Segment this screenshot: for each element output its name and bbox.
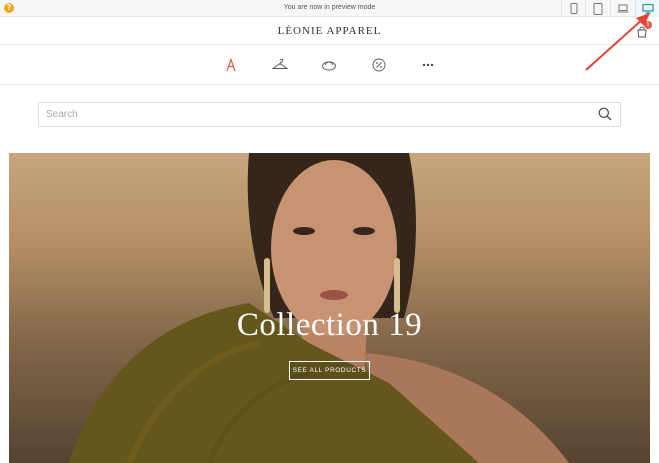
nav-item-clothing[interactable] [271, 56, 289, 74]
see-all-products-button[interactable]: SEE ALL PRODUCTS [289, 361, 370, 380]
cart-count-badge: 1 [644, 21, 652, 29]
search-box [38, 102, 621, 127]
brand-logo[interactable]: LÉONIE APPAREL [0, 25, 659, 37]
site-header: LÉONIE APPAREL 1 [0, 17, 659, 45]
hero-banner: Collection 19 SEE ALL PRODUCTS [9, 153, 650, 463]
cart-button[interactable]: 1 [636, 21, 652, 39]
desktop-preview-button[interactable] [635, 0, 659, 17]
mobile-preview-button[interactable] [561, 0, 585, 17]
brand-a-icon [226, 58, 236, 72]
hat-icon [322, 61, 336, 71]
mobile-icon [570, 3, 577, 14]
laptop-icon [617, 4, 628, 13]
search-icon [598, 107, 612, 121]
laptop-preview-button[interactable] [610, 0, 634, 17]
nav-item-brand[interactable] [222, 56, 240, 74]
hero-title: Collection 19 [236, 307, 423, 343]
desktop-icon [641, 3, 654, 14]
nav-item-accessories[interactable] [320, 56, 338, 74]
nav-item-sale[interactable] [370, 56, 388, 74]
search-input[interactable] [39, 103, 589, 126]
tablet-icon [593, 2, 602, 15]
category-nav [0, 45, 659, 85]
hanger-icon [272, 59, 288, 69]
search-button[interactable] [598, 107, 614, 123]
nav-item-more[interactable] [419, 56, 437, 74]
tablet-preview-button[interactable] [585, 0, 609, 17]
preview-bar: ? You are now in preview mode [0, 0, 659, 17]
more-icon [422, 63, 434, 67]
percent-icon [372, 58, 386, 72]
